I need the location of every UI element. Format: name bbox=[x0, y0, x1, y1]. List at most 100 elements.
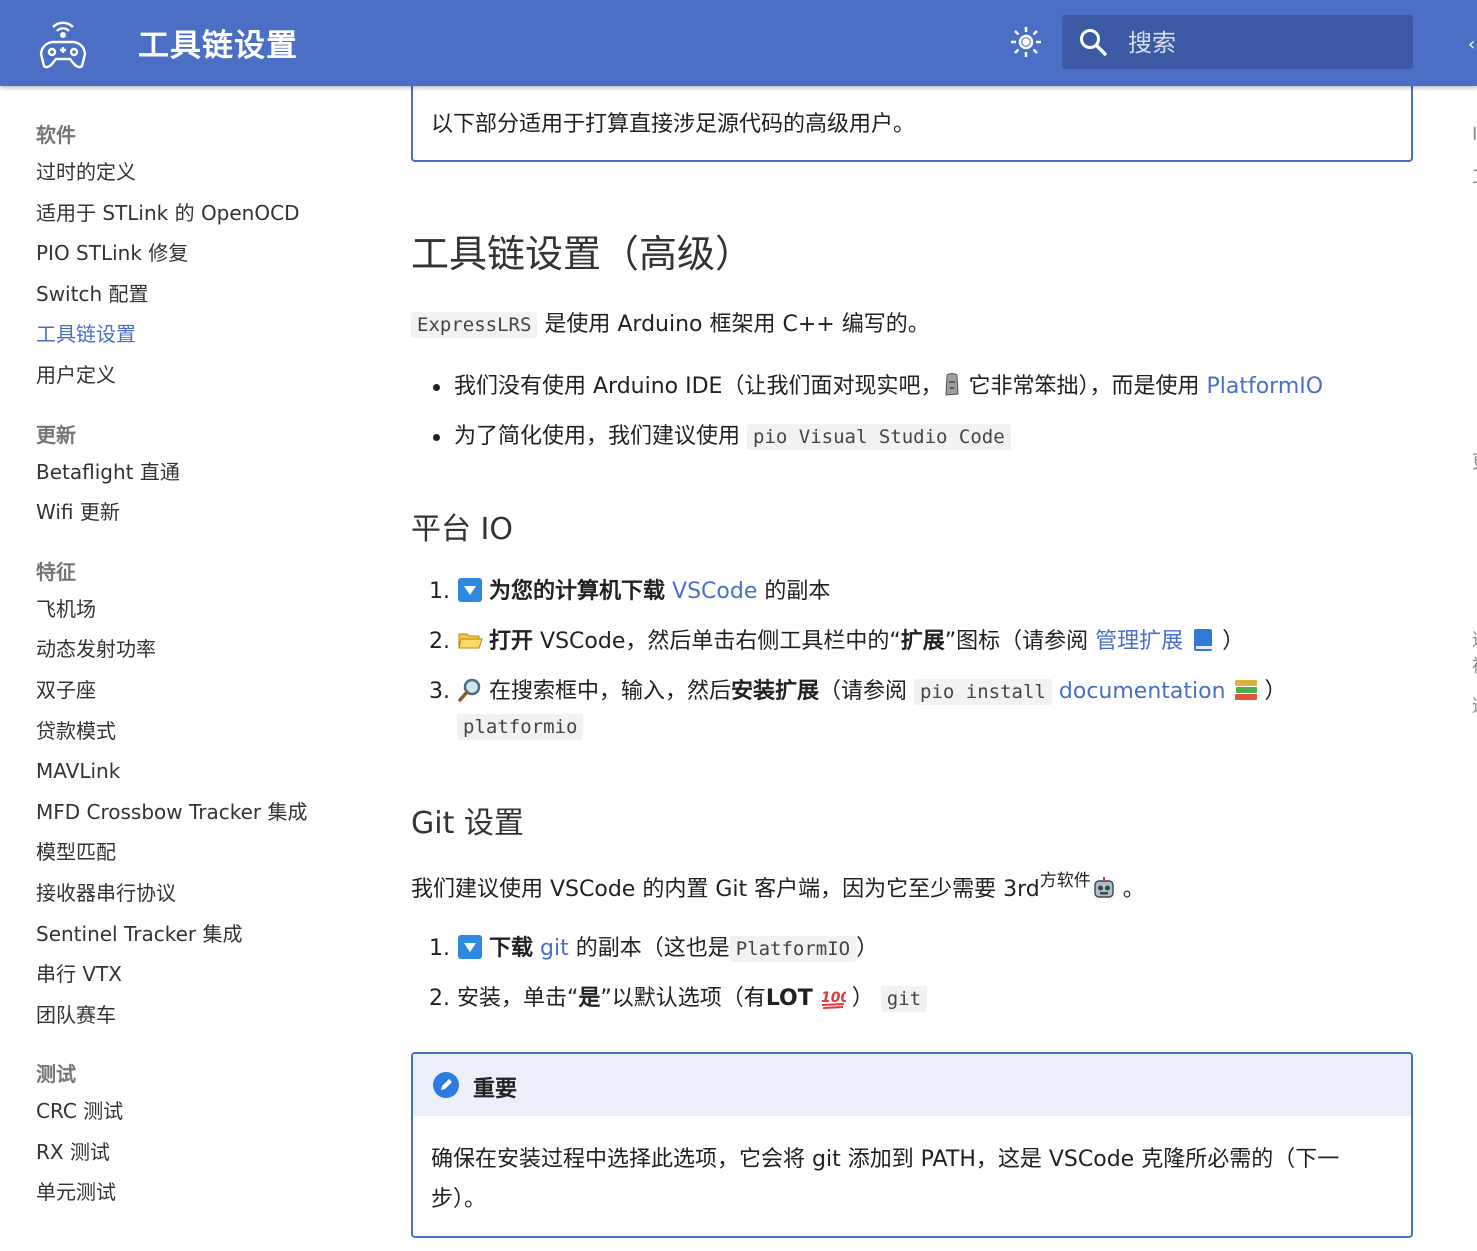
intro-paragraph: ExpressLRS 是使用 Arduino 框架用 C++ 编写的。 bbox=[411, 306, 930, 338]
list-item: 2. 安装，单击“是”以默认选项（有LOT 100 ） git bbox=[429, 980, 928, 1012]
sidebar-section-title: 软件 bbox=[36, 123, 76, 147]
list-item: 3. 在搜索框中，输入，然后安装扩展（请参阅 pio install docume… bbox=[429, 673, 1287, 705]
important-admonition: 重要 确保在安装过程中选择此选项，它会将 git 添加到 PATH，这是 VSC… bbox=[411, 1052, 1413, 1238]
manage-extensions-link[interactable]: 管理扩展 bbox=[1095, 629, 1183, 654]
inline-code: pio Visual Studio Code bbox=[747, 424, 1011, 450]
bold-text: LOT bbox=[765, 986, 813, 1011]
sidebar-item[interactable]: 贷款模式 bbox=[36, 711, 366, 752]
bold-text: 打开 bbox=[489, 629, 534, 654]
vscode-link[interactable]: VSCode bbox=[672, 579, 757, 604]
inline-code: ExpressLRS bbox=[411, 312, 538, 338]
toc-glyph: 适 bbox=[1472, 626, 1477, 652]
list-text: ） bbox=[1222, 629, 1245, 654]
moai-icon bbox=[945, 373, 959, 396]
bold-text: 扩展 bbox=[900, 629, 945, 654]
sidebar-item[interactable]: Betaflight 直通 bbox=[36, 452, 366, 493]
magnifying-glass-icon bbox=[458, 678, 481, 702]
inline-code: platformio bbox=[457, 714, 584, 740]
list-text: 2. 安装，单击“ bbox=[429, 986, 579, 1011]
list-text: 在搜索框中，输入，然后 bbox=[489, 679, 732, 704]
site-title[interactable]: 工具链设置 bbox=[138, 20, 298, 65]
toc-glyph: I bbox=[1472, 124, 1477, 145]
git-link[interactable]: git bbox=[540, 936, 569, 961]
sidebar-item[interactable]: Sentinel Tracker 集成 bbox=[36, 914, 366, 955]
bullet-icon bbox=[433, 433, 440, 441]
list-text: 它非常笨拙），而是使用 bbox=[968, 374, 1200, 399]
remote-controller-wifi-icon[interactable] bbox=[34, 14, 92, 72]
sidebar-item[interactable]: 过时的定义 bbox=[36, 152, 366, 193]
section-heading-platformio: 平台 IO bbox=[411, 512, 513, 547]
sidebar-item[interactable]: 飞机场 bbox=[36, 589, 366, 630]
list-text: 的副本（这也是 bbox=[575, 936, 730, 961]
down-arrow-button-icon bbox=[458, 578, 482, 602]
sidebar-section-title: 特征 bbox=[36, 559, 76, 584]
toc-glyph: 工 bbox=[1472, 163, 1477, 189]
list-number: 2. bbox=[429, 629, 450, 654]
sidebar-item[interactable]: 适用于 STLink 的 OpenOCD bbox=[36, 193, 366, 234]
inline-code: pio install bbox=[914, 679, 1052, 705]
down-arrow-button-icon bbox=[458, 935, 482, 959]
books-icon bbox=[1234, 680, 1257, 700]
list-item: 1. 为您的计算机下载 VSCode 的副本 bbox=[429, 573, 830, 605]
sidebar-item[interactable]: 团队赛车 bbox=[36, 995, 366, 1036]
sidebar-nav: 软件过时的定义 适用于 STLink 的 OpenOCD PIO STLink 修复… bbox=[36, 110, 366, 1213]
sidebar-item[interactable]: MFD Crossbow Tracker 集成 bbox=[36, 792, 366, 833]
sidebar-section-title: 更新 bbox=[36, 422, 76, 447]
list-item: 为了简化使用，我们建议使用 pio Visual Studio Code bbox=[433, 418, 1011, 450]
nav-gap bbox=[36, 396, 366, 410]
intro-text: 是使用 Arduino 框架用 C++ 编写的。 bbox=[544, 312, 930, 337]
platformio-link[interactable]: PlatformIO bbox=[1206, 374, 1323, 399]
brightness-icon[interactable] bbox=[1009, 25, 1043, 59]
list-text: ） bbox=[1264, 679, 1287, 704]
list-number: 1. bbox=[429, 936, 450, 961]
sidebar-item[interactable]: 模型匹配 bbox=[36, 832, 366, 873]
bold-text: 安装扩展 bbox=[731, 679, 820, 704]
sidebar-item[interactable]: 串行 VTX bbox=[36, 954, 366, 995]
superscript-text: 方软件 bbox=[1039, 871, 1091, 891]
sidebar-item[interactable]: MAVLink bbox=[36, 751, 366, 792]
sidebar-item[interactable]: 工具链设置 bbox=[36, 314, 366, 355]
sidebar-item[interactable]: 单元测试 bbox=[36, 1172, 366, 1213]
sidebar-item[interactable]: CRC 测试 bbox=[36, 1091, 366, 1132]
list-item: 1. 下载 git 的副本（这也是 PlatformIO） bbox=[429, 930, 878, 962]
sidebar-item[interactable]: 接收器串行协议 bbox=[36, 873, 366, 914]
hundred-points-icon: 100 bbox=[821, 990, 846, 1009]
sidebar-item[interactable]: Wifi 更新 bbox=[36, 492, 366, 533]
search-icon bbox=[1080, 29, 1107, 56]
list-number: 3. bbox=[429, 679, 450, 704]
top-app-bar: 工具链设置 ‹ bbox=[0, 0, 1477, 86]
nav-gap bbox=[36, 1035, 366, 1049]
list-number: 1. bbox=[429, 579, 450, 604]
documentation-link[interactable]: documentation bbox=[1059, 679, 1226, 704]
open-folder-icon bbox=[458, 633, 483, 649]
git-paragraph: 我们建议使用 VSCode 的内置 Git 客户端，因为它至少需要 3rd方软件… bbox=[411, 866, 1145, 903]
chevron-left-icon[interactable]: ‹ bbox=[1468, 34, 1475, 55]
nav-gap bbox=[36, 533, 366, 547]
pencil-icon bbox=[433, 1072, 459, 1098]
page-title: 工具链设置（高级） bbox=[411, 232, 754, 276]
toc-glyph: 适 bbox=[1472, 692, 1477, 718]
bold-text: 是 bbox=[578, 986, 601, 1011]
sidebar-item[interactable]: Switch 配置 bbox=[36, 274, 366, 315]
sidebar-item[interactable]: 动态发射功率 bbox=[36, 629, 366, 670]
table-of-contents-edge: I 工 更 适 被 适 bbox=[1466, 0, 1477, 1251]
section-heading-git: Git 设置 bbox=[411, 806, 524, 841]
list-item: 我们没有使用 Arduino IDE（让我们面对现实吧， 它非常笨拙），而是使用 … bbox=[433, 368, 1323, 400]
search-box[interactable] bbox=[1062, 15, 1413, 69]
admonition-title: 重要 bbox=[473, 1077, 518, 1102]
list-text: 的副本 bbox=[764, 579, 831, 604]
inline-code: PlatformIO bbox=[729, 936, 857, 962]
note-admonition: 以下部分适用于打算直接涉足源代码的高级用户。 bbox=[411, 82, 1413, 162]
sidebar-item[interactable]: 双子座 bbox=[36, 670, 366, 711]
blue-book-icon bbox=[1194, 629, 1213, 651]
list-text: 我们没有使用 Arduino IDE（让我们面对现实吧， bbox=[454, 374, 943, 399]
list-text: ） bbox=[856, 936, 879, 961]
sidebar-section-title: 测试 bbox=[36, 1062, 76, 1087]
sidebar-item[interactable]: RX 测试 bbox=[36, 1132, 366, 1173]
bold-text: 下载 bbox=[489, 936, 534, 961]
sidebar-item[interactable]: 用户定义 bbox=[36, 355, 366, 396]
sidebar-item[interactable]: PIO STLink 修复 bbox=[36, 233, 366, 274]
robot-face-icon bbox=[1094, 877, 1114, 898]
list-item-continuation: platformio bbox=[457, 714, 584, 740]
search-input[interactable] bbox=[1126, 25, 1400, 61]
